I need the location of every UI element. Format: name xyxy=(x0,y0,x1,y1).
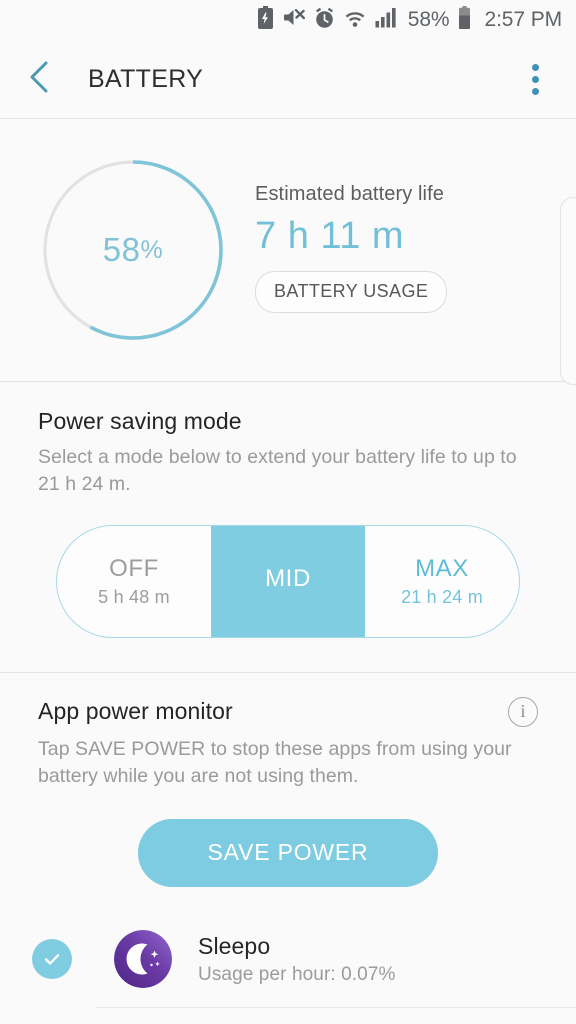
power-saving-mode-section: Power saving mode Select a mode below to… xyxy=(0,382,576,672)
moon-app-icon xyxy=(114,929,172,988)
app-bar: BATTERY xyxy=(0,40,576,118)
power-mode-mid-label: MID xyxy=(265,565,311,593)
overflow-menu-icon[interactable] xyxy=(516,56,554,102)
battery-summary-section: 58% Estimated battery life 7 h 11 m BATT… xyxy=(0,119,576,385)
wifi-icon xyxy=(344,8,366,33)
battery-usage-button[interactable]: BATTERY USAGE xyxy=(255,271,448,313)
battery-icon xyxy=(458,6,471,34)
power-saving-mode-description: Select a mode below to extend your batte… xyxy=(38,446,517,495)
status-battery-percent: 58% xyxy=(407,8,450,31)
power-mode-max-duration: 21 h 24 m xyxy=(401,586,483,607)
app-power-list: Sleepo Usage per hour: 0.07% xyxy=(0,910,576,1008)
app-name: Sleepo xyxy=(198,932,271,959)
check-icon xyxy=(44,953,60,965)
alarm-icon xyxy=(314,7,335,34)
info-icon[interactable]: i xyxy=(508,696,538,727)
app-selected-checkbox[interactable] xyxy=(32,938,72,979)
signal-icon xyxy=(375,7,397,33)
power-mode-option-off[interactable]: OFF 5 h 48 m xyxy=(57,526,211,637)
save-power-button[interactable]: SAVE POWER xyxy=(138,818,438,887)
battery-saver-icon xyxy=(257,6,274,34)
overflow-dot xyxy=(531,87,539,95)
power-mode-off-label: OFF xyxy=(109,554,159,582)
power-mode-selector: OFF 5 h 48 m MID MAX 21 h 24 m xyxy=(56,524,520,638)
info-icon-glyph: i xyxy=(520,701,526,722)
power-mode-option-max[interactable]: MAX 21 h 24 m xyxy=(365,526,519,637)
power-mode-off-duration: 5 h 48 m xyxy=(98,586,170,607)
app-info: Sleepo Usage per hour: 0.07% xyxy=(198,932,396,986)
app-usage-per-hour: Usage per hour: 0.07% xyxy=(198,963,396,985)
back-chevron-icon xyxy=(26,60,52,99)
back-button[interactable] xyxy=(26,59,60,99)
power-saving-mode-title: Power saving mode xyxy=(38,408,242,434)
page-title: BATTERY xyxy=(88,64,204,93)
overflow-dot xyxy=(531,75,539,83)
status-bar: 58% 2:57 PM xyxy=(0,0,576,40)
edge-panel-handle[interactable] xyxy=(560,197,576,385)
status-clock: 2:57 PM xyxy=(484,8,562,31)
battery-percent-sign: % xyxy=(140,235,164,264)
battery-ring-label: 58% xyxy=(38,155,228,345)
list-item-divider xyxy=(96,1006,576,1008)
power-mode-max-label: MAX xyxy=(415,554,469,582)
estimated-battery-life-value: 7 h 11 m xyxy=(255,215,405,257)
app-power-monitor-section: App power monitor i Tap SAVE POWER to st… xyxy=(0,672,576,887)
battery-estimate-block: Estimated battery life 7 h 11 m BATTERY … xyxy=(255,183,448,317)
overflow-dot xyxy=(531,63,539,71)
app-power-monitor-header: App power monitor i xyxy=(38,696,538,727)
app-power-monitor-title: App power monitor xyxy=(38,698,233,725)
power-mode-option-mid[interactable]: MID xyxy=(211,525,365,637)
app-power-monitor-description: Tap SAVE POWER to stop these apps from u… xyxy=(38,737,512,787)
list-item[interactable]: Sleepo Usage per hour: 0.07% xyxy=(0,911,576,1007)
mute-icon xyxy=(283,7,305,33)
status-bar-icons: 58% 2:57 PM xyxy=(257,6,562,34)
estimated-battery-life-label: Estimated battery life xyxy=(255,183,444,205)
battery-level-ring: 58% xyxy=(38,155,228,345)
battery-percent-value: 58 xyxy=(102,231,141,268)
